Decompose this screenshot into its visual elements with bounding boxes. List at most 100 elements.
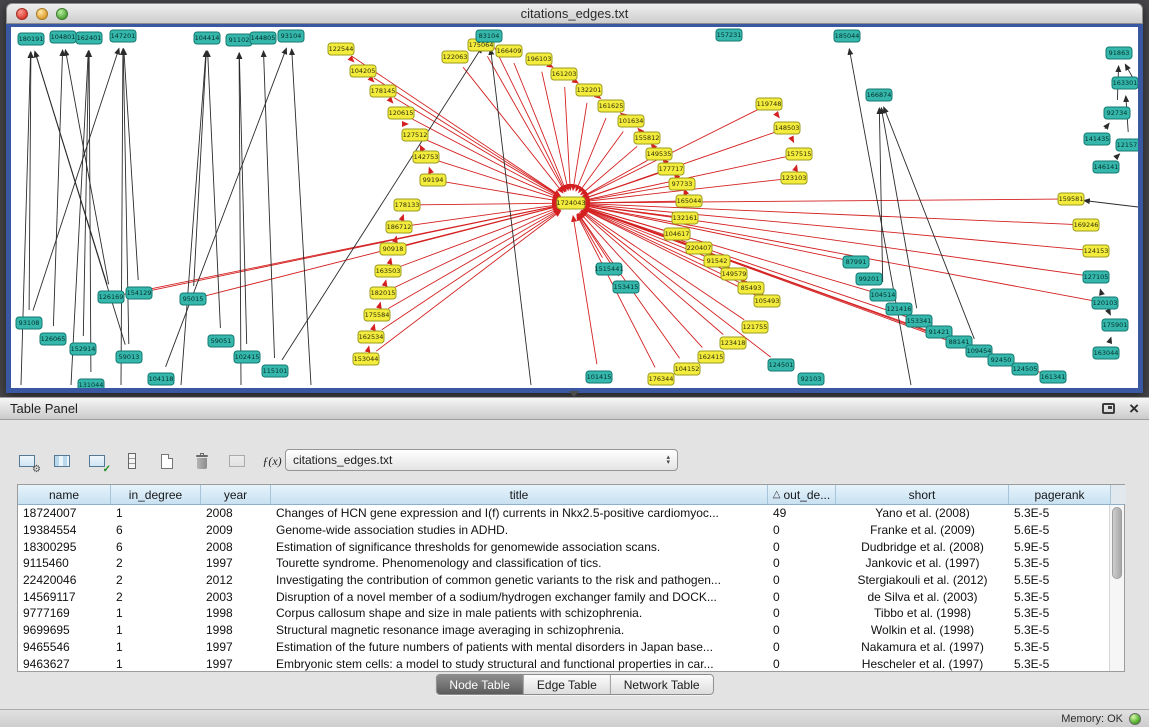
network-node[interactable]: 104514: [870, 289, 896, 301]
network-edge[interactable]: [573, 103, 587, 190]
network-edge[interactable]: [391, 101, 393, 103]
network-node[interactable]: 186712: [386, 221, 412, 233]
network-node[interactable]: 124153: [1083, 245, 1109, 257]
cell-short[interactable]: Franke et al. (2009): [836, 523, 1009, 537]
column-header-short[interactable]: short: [836, 485, 1009, 504]
table-row[interactable]: 1456911722003Disruption of a novel membe…: [18, 588, 1124, 605]
network-edge[interactable]: [292, 49, 311, 385]
network-edge[interactable]: [584, 199, 1058, 203]
network-edge[interactable]: [403, 215, 404, 217]
network-node[interactable]: 91542: [704, 255, 730, 267]
network-node[interactable]: 159581: [1058, 193, 1084, 205]
cell-pagerank[interactable]: 5.3E-5: [1009, 640, 1111, 654]
cell-title[interactable]: Genome-wide association studies in ADHD.: [271, 523, 768, 537]
network-edge[interactable]: [394, 98, 560, 197]
network-edge[interactable]: [542, 72, 568, 191]
cell-out_degree[interactable]: 0: [768, 573, 836, 587]
network-node[interactable]: 144805: [250, 32, 276, 44]
table-row[interactable]: 2242004622012Investigating the contribut…: [18, 572, 1124, 589]
network-edge[interactable]: [438, 161, 558, 199]
network-edge[interactable]: [584, 204, 1083, 250]
column-header-year[interactable]: year: [201, 485, 271, 504]
cell-name[interactable]: 22420046: [18, 573, 111, 587]
network-node[interactable]: 163301: [1112, 77, 1138, 89]
tab-network-table[interactable]: Network Table: [611, 675, 713, 694]
network-edge[interactable]: [578, 214, 603, 257]
cell-in_degree[interactable]: 1: [111, 657, 201, 671]
zoom-window-button[interactable]: [56, 8, 68, 20]
network-edge[interactable]: [879, 108, 882, 282]
network-edge[interactable]: [584, 205, 1083, 275]
cell-name[interactable]: 9463627: [18, 657, 111, 671]
network-node[interactable]: 175901: [1102, 319, 1128, 331]
cell-year[interactable]: 2012: [201, 573, 271, 587]
network-node[interactable]: 85493: [738, 282, 764, 294]
column-header-pagerank[interactable]: pagerank: [1009, 485, 1111, 504]
network-node[interactable]: 123418: [720, 337, 746, 349]
network-node[interactable]: 176344: [648, 373, 674, 385]
network-node[interactable]: 91102: [226, 34, 252, 46]
cell-name[interactable]: 18300295: [18, 540, 111, 554]
network-node[interactable]: 153044: [353, 353, 379, 365]
cell-title[interactable]: Estimation of the future numbers of pati…: [271, 640, 768, 654]
network-node[interactable]: 162534: [358, 331, 384, 343]
network-node[interactable]: 120103: [1092, 297, 1118, 309]
network-edge[interactable]: [550, 66, 553, 68]
network-edge[interactable]: [579, 132, 624, 193]
network-edge[interactable]: [491, 49, 531, 385]
column-header-in_degree[interactable]: in_degree: [111, 485, 201, 504]
network-edge[interactable]: [584, 205, 1092, 300]
network-node[interactable]: 115101: [262, 365, 288, 377]
network-node[interactable]: 175584: [364, 309, 390, 321]
network-edge[interactable]: [420, 203, 558, 205]
show-columns-button[interactable]: [47, 448, 77, 474]
cell-pagerank[interactable]: 5.3E-5: [1009, 657, 1111, 671]
network-edge[interactable]: [124, 49, 138, 280]
cell-title[interactable]: Changes of HCN gene expression and I(f) …: [271, 506, 768, 520]
cell-title[interactable]: Embryonic stem cells: a model to study s…: [271, 657, 768, 671]
network-edge[interactable]: [792, 140, 793, 142]
cell-year[interactable]: 1998: [201, 606, 271, 620]
network-node[interactable]: 92103: [798, 373, 824, 385]
cell-short[interactable]: Nakamura et al. (1997): [836, 640, 1009, 654]
network-edge[interactable]: [89, 51, 91, 372]
cell-out_degree[interactable]: 0: [768, 523, 836, 537]
cell-name[interactable]: 14569117: [18, 590, 111, 604]
network-node[interactable]: 180191: [18, 33, 44, 45]
cell-name[interactable]: 9465546: [18, 640, 111, 654]
cell-name[interactable]: 9115460: [18, 556, 111, 570]
network-edge[interactable]: [573, 216, 597, 364]
cell-short[interactable]: Hescheler et al. (1997): [836, 657, 1009, 671]
network-node[interactable]: 120615: [388, 107, 414, 119]
cell-short[interactable]: de Silva et al. (2003): [836, 590, 1009, 604]
close-panel-icon[interactable]: ×: [1129, 402, 1139, 416]
network-node[interactable]: 157231: [716, 29, 742, 41]
network-node[interactable]: 95015: [180, 293, 206, 305]
network-edge[interactable]: [194, 51, 207, 286]
cell-short[interactable]: Stergiakouli et al. (2012): [836, 573, 1009, 587]
network-node[interactable]: 91863: [1106, 47, 1132, 59]
network-edge[interactable]: [1084, 201, 1138, 208]
table-row[interactable]: 946554611997Estimation of the future num…: [18, 639, 1124, 656]
cell-year[interactable]: 2003: [201, 590, 271, 604]
network-node[interactable]: 161341: [1040, 371, 1066, 383]
cell-in_degree[interactable]: 1: [111, 623, 201, 637]
cell-year[interactable]: 2009: [201, 523, 271, 537]
network-node[interactable]: 147201: [110, 30, 136, 42]
new-column-button[interactable]: ✓: [82, 448, 112, 474]
cell-name[interactable]: 9699695: [18, 623, 111, 637]
cell-pagerank[interactable]: 5.3E-5: [1009, 590, 1111, 604]
network-edge[interactable]: [1115, 154, 1119, 158]
cell-title[interactable]: Investigating the contribution of common…: [271, 573, 768, 587]
cell-year[interactable]: 1997: [201, 640, 271, 654]
tab-node-table[interactable]: Node Table: [436, 675, 524, 694]
network-edge[interactable]: [621, 113, 622, 114]
cell-pagerank[interactable]: 5.3E-5: [1009, 556, 1111, 570]
table-row[interactable]: 977716911998Corpus callosum shape and si…: [18, 605, 1124, 622]
table-row[interactable]: 1938455462009Genome-wide association stu…: [18, 522, 1124, 539]
network-node[interactable]: 126065: [40, 333, 66, 345]
table-row[interactable]: 1830029562008Estimation of significance …: [18, 538, 1124, 555]
table-row[interactable]: 911546021997Tourette syndrome. Phenomeno…: [18, 555, 1124, 572]
window-titlebar[interactable]: citations_edges.txt: [6, 3, 1143, 24]
network-edge[interactable]: [65, 50, 108, 284]
